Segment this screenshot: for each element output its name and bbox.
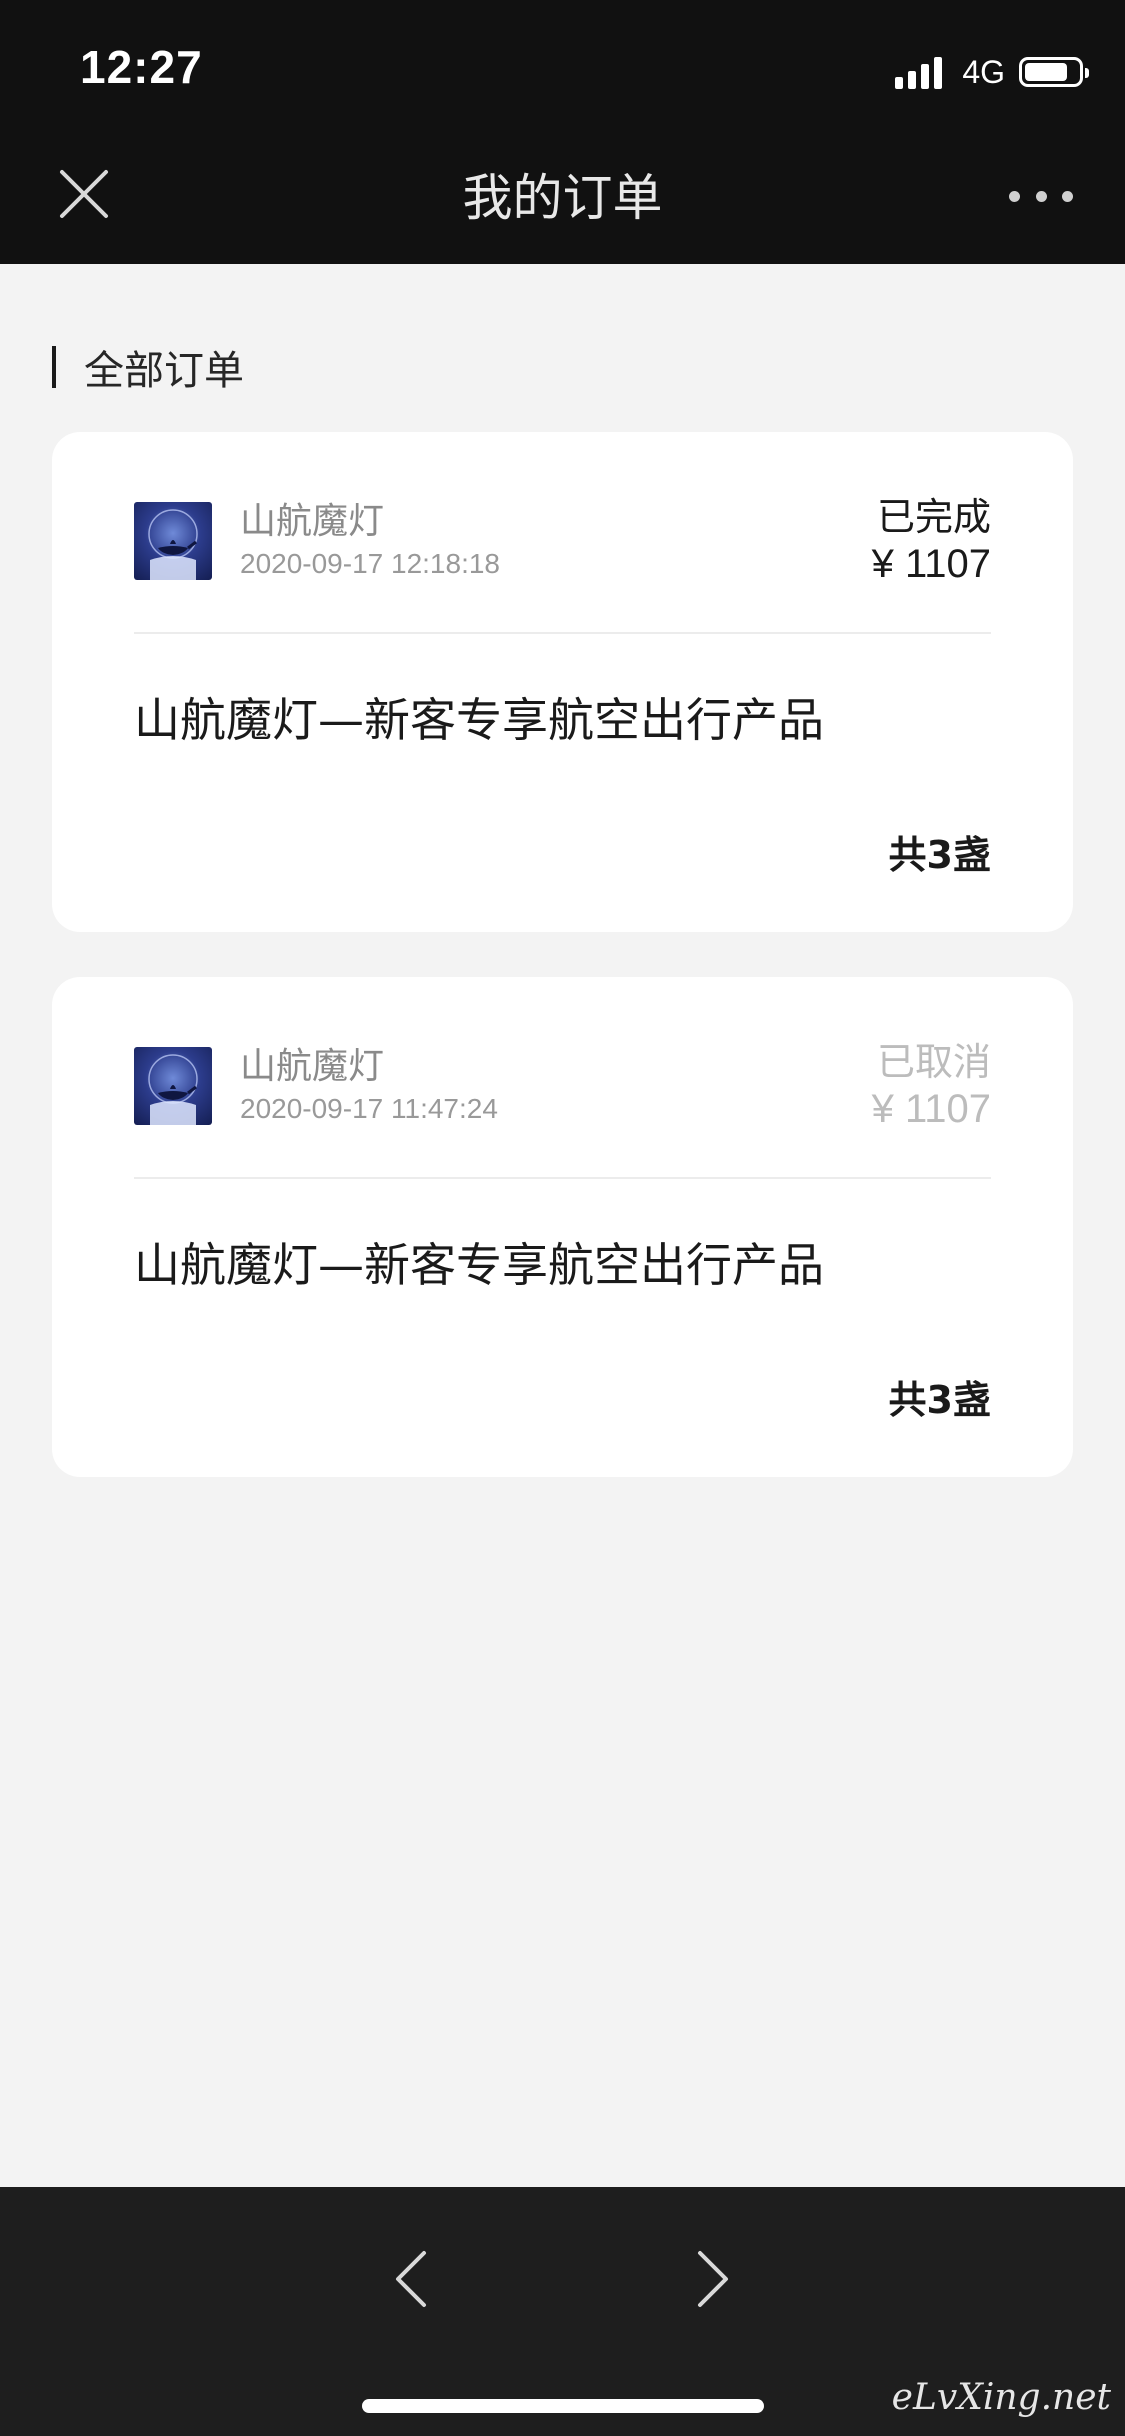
order-price: ¥ 1107 — [871, 1087, 991, 1131]
network-label: 4G — [962, 53, 1005, 90]
signal-icon — [895, 55, 943, 89]
card-divider — [134, 632, 991, 634]
merchant-logo — [134, 1047, 212, 1125]
chevron-left-icon[interactable] — [380, 2239, 440, 2319]
order-time: 2020-09-17 11:47:24 — [240, 1093, 498, 1124]
more-dots-icon[interactable] — [1009, 180, 1073, 212]
order-status: 已取消 — [876, 1040, 991, 1084]
section-header: 全部订单 — [52, 344, 244, 394]
card-divider — [134, 1177, 991, 1179]
home-indicator[interactable] — [362, 2399, 764, 2413]
section-title: 全部订单 — [84, 348, 244, 394]
order-quantity: 共3盏 — [888, 1378, 991, 1422]
product-title: 山航魔灯—新客专享航空出行产品 — [134, 1238, 824, 1292]
merchant-logo — [134, 502, 212, 580]
chevron-right-icon[interactable] — [684, 2239, 744, 2319]
merchant-name: 山航魔灯 — [240, 501, 385, 542]
watermark: eLvXing.net — [891, 2377, 1111, 2418]
battery-level — [1025, 63, 1067, 81]
top-header: 12:27 4G 我的订单 — [0, 0, 1125, 264]
order-status: 已完成 — [876, 495, 991, 539]
order-quantity: 共3盏 — [888, 833, 991, 877]
section-bar — [52, 346, 56, 388]
page-title: 我的订单 — [462, 169, 663, 227]
order-card[interactable]: 山航魔灯 2020-09-17 12:18:18 已完成 ¥ 1107 山航魔灯… — [52, 432, 1073, 932]
battery-icon — [1019, 57, 1089, 87]
product-title: 山航魔灯—新客专享航空出行产品 — [134, 693, 824, 747]
order-time: 2020-09-17 12:18:18 — [240, 548, 500, 579]
order-price: ¥ 1107 — [871, 542, 991, 586]
status-indicators: 4G — [895, 52, 1089, 92]
order-card[interactable]: 山航魔灯 2020-09-17 11:47:24 已取消 ¥ 1107 山航魔灯… — [52, 977, 1073, 1477]
status-time: 12:27 — [80, 41, 203, 93]
merchant-name: 山航魔灯 — [240, 1046, 385, 1087]
bottom-toolbar: eLvXing.net — [0, 2187, 1125, 2436]
